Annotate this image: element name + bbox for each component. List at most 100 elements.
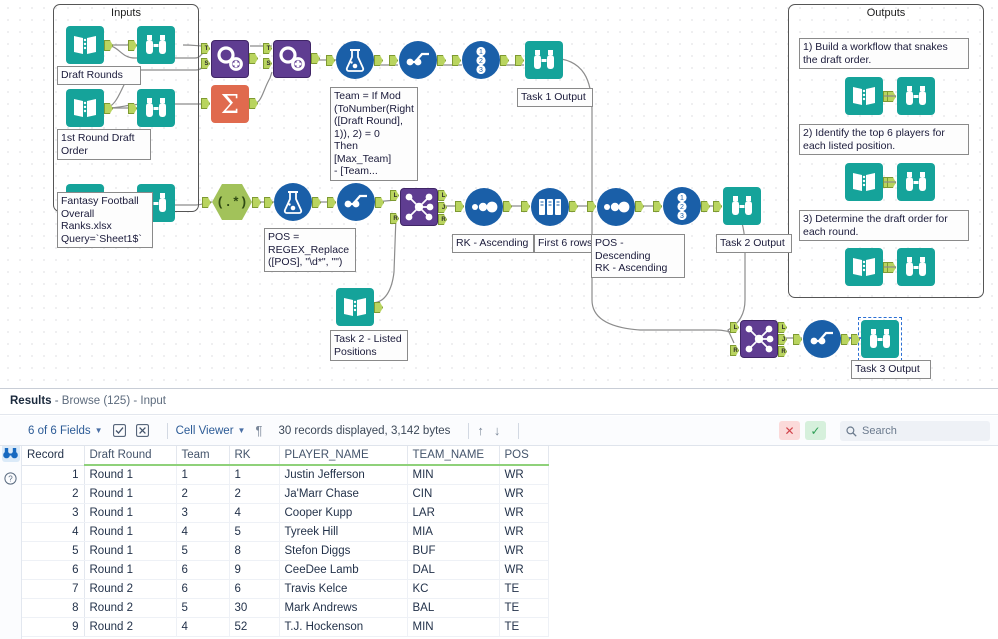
output-anchor-r[interactable]: R [778, 346, 787, 357]
tool-output-input-3[interactable] [845, 248, 892, 286]
input-anchor-r[interactable]: R [390, 213, 399, 224]
tool-browse-2[interactable] [128, 89, 175, 127]
column-header-team[interactable]: Team [176, 446, 230, 466]
next-record-button[interactable]: ↓ [494, 423, 501, 438]
clear-filter-button[interactable]: ✕ [779, 421, 800, 440]
output-anchor-r[interactable]: R [438, 214, 447, 225]
table-row[interactable]: 8 Round 2 5 30 Mark Andrews BAL TE [22, 598, 549, 618]
tool-multirow-formula-2[interactable] [327, 183, 384, 221]
column-header-rk[interactable]: RK [229, 446, 280, 466]
output-anchor[interactable] [503, 201, 512, 212]
tool-browse-task2[interactable] [713, 187, 761, 225]
output-anchor[interactable] [500, 55, 509, 66]
tool-sort-pos-rk[interactable] [587, 188, 644, 226]
table-row[interactable]: 6 Round 1 6 9 CeeDee Lamb DAL WR [22, 560, 549, 580]
results-panel[interactable]: Results - Browse (125) - Input ? 6 of 6 … [0, 388, 998, 639]
column-header-record[interactable]: Record [22, 446, 85, 466]
column-header-team-name[interactable]: TEAM_NAME [407, 446, 500, 466]
tool-browse-1[interactable] [128, 26, 175, 64]
results-table[interactable]: Record Draft Round Team RK PLAYER_NAME T… [22, 446, 549, 637]
output-anchor-j[interactable]: J [438, 202, 447, 213]
tool-record-id-2[interactable]: 1 2 3 [653, 187, 710, 225]
table-row[interactable]: 5 Round 1 5 8 Stefon Diggs BUF WR [22, 541, 549, 561]
prev-record-button[interactable]: ↑ [477, 423, 484, 438]
results-toolbar[interactable]: 6 of 6 Fields ▼ Cell Viewer ▼ ¶ 30 recor… [0, 416, 998, 446]
tool-select-2[interactable]: T S [263, 40, 320, 78]
input-anchor-s[interactable]: S [201, 58, 210, 69]
tool-multirow-formula-3[interactable] [793, 320, 850, 358]
tool-browse-task3[interactable] [851, 317, 902, 361]
tool-record-id-1[interactable]: 1 2 3 [452, 41, 509, 79]
fields-selector[interactable]: 6 of 6 Fields ▼ [28, 425, 103, 437]
results-left-rail[interactable]: ? [0, 416, 22, 639]
input-anchor[interactable] [202, 197, 211, 208]
input-anchor[interactable] [713, 201, 722, 212]
tool-output-input-1[interactable] [845, 77, 892, 115]
tool-regex[interactable]: (.*) [202, 184, 261, 220]
tool-summarize[interactable]: Σ [201, 85, 258, 123]
table-row[interactable]: 4 Round 1 4 5 Tyreek Hill MIA WR [22, 522, 549, 542]
tool-formula-pos[interactable] [264, 183, 321, 221]
output-anchor[interactable] [375, 197, 384, 208]
pilcrow-toggle[interactable]: ¶ [255, 423, 262, 438]
input-anchor[interactable] [851, 334, 860, 345]
input-anchor-l[interactable]: L [730, 322, 739, 333]
help-icon[interactable]: ? [2, 469, 20, 487]
workflow-canvas[interactable]: Inputs Outputs Draft Rounds 1st Round Dr… [0, 0, 998, 388]
table-row[interactable]: 7 Round 2 6 6 Travis Kelce KC TE [22, 579, 549, 599]
results-grid[interactable]: Record Draft Round Team RK PLAYER_NAME T… [22, 446, 998, 639]
input-anchor[interactable] [326, 55, 335, 66]
output-anchor[interactable] [312, 197, 321, 208]
tool-sample-first6[interactable] [521, 188, 578, 226]
input-anchor[interactable] [653, 201, 662, 212]
tool-output-input-2[interactable] [845, 163, 892, 201]
input-anchor-r[interactable]: R [730, 345, 739, 356]
tool-input-task2-listed-positions[interactable] [336, 288, 383, 326]
tool-multirow-formula-1[interactable] [389, 41, 446, 79]
output-anchor[interactable] [437, 55, 446, 66]
input-anchor-s[interactable]: S [263, 58, 272, 69]
column-header-pos[interactable]: POS [499, 446, 549, 466]
tool-input-first-round-order[interactable] [66, 89, 113, 127]
tool-output-browse-2[interactable] [887, 163, 935, 201]
input-anchor[interactable] [389, 55, 398, 66]
output-anchor[interactable] [249, 98, 258, 109]
select-all-fields-button[interactable] [112, 424, 126, 437]
input-anchor-t[interactable]: T [263, 43, 272, 54]
column-header-draft-round[interactable]: Draft Round [84, 446, 177, 466]
input-anchor[interactable] [793, 334, 802, 345]
output-anchor[interactable] [841, 334, 850, 345]
tool-output-browse-3[interactable] [887, 248, 935, 286]
column-header-player-name[interactable]: PLAYER_NAME [279, 446, 408, 466]
tool-sort-rk-asc[interactable] [455, 188, 512, 226]
deselect-all-fields-button[interactable] [135, 424, 149, 437]
tool-join-2[interactable]: L R L J R [730, 320, 787, 358]
table-row[interactable]: 1 Round 1 1 1 Justin Jefferson MIN WR [22, 465, 549, 485]
tool-select-1[interactable]: T S [201, 40, 258, 78]
output-anchor[interactable] [374, 302, 383, 313]
cell-viewer-selector[interactable]: Cell Viewer ▼ [176, 425, 246, 437]
output-anchor[interactable] [635, 201, 644, 212]
search-input[interactable]: Search [840, 421, 990, 441]
table-row[interactable]: 3 Round 1 3 4 Cooper Kupp LAR WR [22, 503, 549, 523]
table-row[interactable]: 2 Round 1 2 2 Ja'Marr Chase CIN WR [22, 484, 549, 504]
input-anchor[interactable] [201, 98, 210, 109]
input-anchor[interactable] [587, 201, 596, 212]
tool-join-1[interactable]: L R L J R [390, 188, 447, 226]
input-anchor[interactable] [521, 201, 530, 212]
apply-filter-button[interactable]: ✓ [805, 421, 826, 440]
output-anchor[interactable] [249, 53, 258, 64]
tool-input-draft-rounds[interactable] [66, 26, 113, 64]
input-anchor[interactable] [327, 197, 336, 208]
output-anchor-l[interactable]: L [438, 190, 447, 201]
input-anchor-t[interactable]: T [201, 43, 210, 54]
tool-output-browse-1[interactable] [887, 77, 935, 115]
output-anchor-j[interactable]: J [778, 334, 787, 345]
input-anchor[interactable] [452, 55, 461, 66]
browse-binoculars-icon[interactable] [1, 444, 20, 462]
input-anchor[interactable] [455, 201, 464, 212]
output-anchor[interactable] [569, 201, 578, 212]
tool-browse-task1[interactable] [515, 41, 563, 79]
output-anchor[interactable] [311, 53, 320, 64]
output-anchor[interactable] [252, 197, 261, 208]
